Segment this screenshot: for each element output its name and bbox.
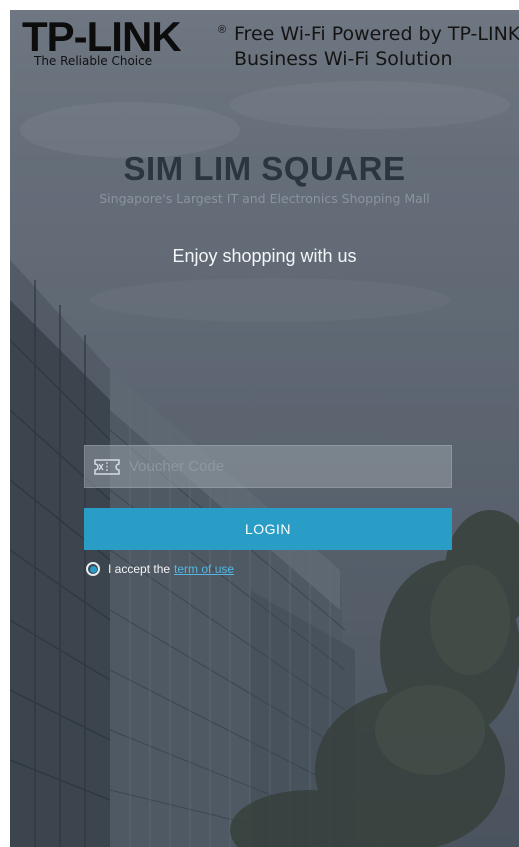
header-title-line1: Free Wi-Fi Powered by TP-LINK [234, 23, 519, 45]
header-title-line2: Business Wi-Fi Solution [234, 48, 453, 70]
voucher-field[interactable] [84, 445, 452, 488]
logo-tagline: The Reliable Choice [34, 54, 153, 68]
terms-of-use-link[interactable]: term of use [174, 562, 234, 576]
ticket-icon-svg [94, 458, 120, 475]
logo-registered-mark: ® [218, 24, 227, 36]
header-title: Free Wi-Fi Powered by TP-LINK Business W… [234, 22, 519, 72]
welcome-message: Enjoy shopping with us [172, 246, 357, 266]
logo-wordmark: TP-LINK [22, 13, 182, 60]
background-building-photo [10, 10, 519, 847]
venue-name: SIM LIM SQUARE [123, 150, 406, 187]
voucher-input[interactable] [121, 445, 451, 488]
terms-prefix: I accept the [108, 562, 171, 576]
terms-accept-radio[interactable] [86, 562, 100, 576]
tp-link-logo: TP-LINK ® The Reliable Choice [22, 16, 232, 72]
ticket-icon [93, 458, 121, 476]
terms-agreement: I accept the term of use [86, 560, 234, 578]
radio-selected-dot [89, 565, 97, 573]
login-button[interactable]: LOGIN [84, 508, 452, 550]
building-illustration [10, 10, 519, 847]
venue-subtitle: Singapore's Largest IT and Electronics S… [99, 191, 430, 206]
portal-page: TP-LINK ® The Reliable Choice Free Wi-Fi… [0, 0, 519, 847]
